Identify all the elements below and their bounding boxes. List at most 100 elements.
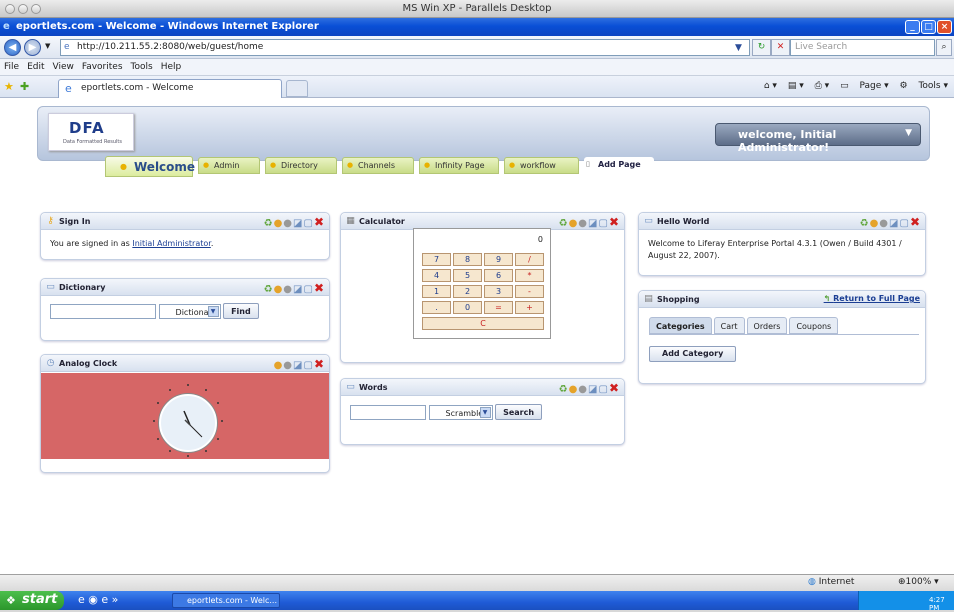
taskbar-item-ie[interactable]: eportlets.com - Welc... — [172, 593, 280, 608]
tools-menu[interactable]: ⚙ Tools ▾ — [900, 81, 949, 91]
menu-view[interactable]: View — [53, 62, 74, 72]
portlet-controls[interactable]: ♻●●◪▢✖ — [860, 215, 921, 229]
key-divide[interactable]: / — [515, 253, 544, 266]
key-9[interactable]: 9 — [484, 253, 513, 266]
address-bar[interactable]: e http://10.211.55.2:8080/web/guest/home — [60, 39, 750, 56]
key-1[interactable]: 1 — [422, 285, 451, 298]
tab-orders[interactable]: Orders — [746, 317, 788, 334]
menu-tools[interactable]: Tools — [131, 62, 153, 72]
calculator: 0 7 8 9 / 4 5 6 * 1 2 3 - . 0 = + C — [413, 228, 551, 339]
favorites-star-icon[interactable]: ★ — [4, 80, 14, 93]
address-row: ◀ ▶ ▼ e http://10.211.55.2:8080/web/guest… — [0, 36, 954, 59]
key-5[interactable]: 5 — [453, 269, 482, 282]
clock-icon: ◷ — [46, 358, 55, 368]
history-dropdown-icon[interactable]: ▼ — [45, 42, 50, 50]
portlet-controls[interactable]: ♻●●◪▢✖ — [264, 215, 325, 229]
tab-admin[interactable]: ● Admin — [198, 157, 260, 174]
feeds-icon[interactable]: ▤ ▾ — [788, 81, 804, 91]
tab-welcome[interactable]: ● Welcome — [105, 156, 195, 177]
bullet-icon: ● — [270, 161, 277, 169]
home-icon[interactable]: ⌂ ▾ — [764, 81, 777, 91]
page-menu-label: Page — [859, 81, 882, 91]
key-7[interactable]: 7 — [422, 253, 451, 266]
portlet-controls[interactable]: ♻●●◪▢✖ — [559, 381, 620, 395]
tab-cart[interactable]: Cart — [713, 317, 745, 334]
zoom-level[interactable]: ⊕100% ▾ — [898, 577, 939, 587]
return-full-page-link[interactable]: ↰ Return to Full Page — [824, 294, 920, 303]
key-equals[interactable]: = — [484, 301, 513, 314]
key-0[interactable]: 0 — [453, 301, 482, 314]
menu-favorites[interactable]: Favorites — [82, 62, 123, 72]
menu-file[interactable]: File — [4, 62, 19, 72]
menu-edit[interactable]: Edit — [27, 62, 44, 72]
key-clear[interactable]: C — [422, 317, 544, 330]
minimize-icon[interactable]: _ — [905, 20, 920, 34]
close-icon[interactable]: × — [937, 20, 952, 34]
welcome-dock-button[interactable]: welcome, Initial Administrator! ▼ — [715, 123, 921, 154]
add-category-button[interactable]: Add Category — [649, 346, 737, 362]
tab-categories[interactable]: Categories — [649, 317, 712, 334]
key-multiply[interactable]: * — [515, 269, 544, 282]
key-decimal[interactable]: . — [422, 301, 451, 314]
portlet-controls[interactable]: ♻●●◪▢✖ — [559, 215, 620, 229]
ie-title: eportlets.com - Welcome - Windows Intern… — [16, 21, 319, 32]
tab-row: ★ ✚ e eportlets.com - Welcome ⌂ ▾ ▤ ▾ ⎙ ▾… — [0, 76, 954, 98]
key-3[interactable]: 3 — [484, 285, 513, 298]
search-input[interactable]: Live Search — [790, 39, 935, 56]
key-6[interactable]: 6 — [484, 269, 513, 282]
quick-launch[interactable]: e ◉ e » — [78, 593, 118, 606]
company-logo[interactable]: DFA Data Formatted Results — [48, 113, 134, 151]
key-4[interactable]: 4 — [422, 269, 451, 282]
portlet-controls[interactable]: ♻●●◪▢✖ — [264, 281, 325, 295]
tab-directory[interactable]: ● Directory — [265, 157, 337, 174]
tab-coupons[interactable]: Coupons — [789, 317, 839, 334]
portlet-header: ▭ Hello World ♻●●◪▢✖ — [639, 213, 925, 230]
clock-tick-marks — [153, 384, 223, 457]
bullet-icon: ● — [424, 161, 431, 169]
dictionary-input[interactable] — [50, 303, 156, 319]
key-2[interactable]: 2 — [453, 285, 482, 298]
window-icon: ▭ — [644, 216, 653, 226]
tab-workflow[interactable]: ● workflow — [504, 157, 579, 174]
back-icon[interactable]: ◀ — [4, 39, 21, 56]
add-favorites-icon[interactable]: ✚ — [20, 80, 29, 93]
tab-label: Infinity Page — [435, 161, 485, 170]
key-minus[interactable]: - — [515, 285, 544, 298]
user-link[interactable]: Initial Administrator — [132, 239, 210, 248]
address-dropdown-icon[interactable]: ▼ — [730, 41, 747, 58]
shopping-tabs: Categories Cart Orders Coupons — [649, 317, 919, 335]
refresh-icon[interactable]: ↻ — [752, 39, 771, 56]
key-plus[interactable]: + — [515, 301, 544, 314]
words-select[interactable]: Scramble ▼ — [428, 404, 493, 420]
portlet-controls[interactable]: ●●◪▢✖ — [274, 357, 325, 371]
find-button[interactable]: Find — [223, 303, 259, 319]
tab-infinity-page[interactable]: ● Infinity Page — [419, 157, 499, 174]
hello-world-text: Welcome to Liferay Enterprise Portal 4.3… — [648, 239, 902, 260]
dictionary-select[interactable]: Dictionary ▼ — [158, 303, 221, 319]
search-button[interactable]: Search — [495, 404, 543, 420]
portlet-header: ⚷ Sign In ♻●●◪▢✖ — [41, 213, 329, 230]
tools-menu-label: Tools — [918, 81, 941, 91]
signed-in-text: You are signed in as — [50, 239, 133, 248]
print-icon[interactable]: ⎙ ▾ — [815, 81, 830, 91]
ie-logo-icon: e — [3, 21, 10, 32]
browser-tab[interactable]: e eportlets.com - Welcome — [58, 79, 282, 98]
status-bar: ◍ Internet ⊕100% ▾ — [0, 574, 954, 591]
menu-help[interactable]: Help — [161, 62, 182, 72]
key-8[interactable]: 8 — [453, 253, 482, 266]
forward-icon[interactable]: ▶ — [24, 39, 41, 56]
address-text: http://10.211.55.2:8080/web/guest/home — [77, 42, 264, 52]
new-tab-button[interactable] — [286, 80, 308, 97]
page-menu[interactable]: ▭ Page ▾ — [840, 81, 889, 91]
page-content: DFA Data Formatted Results welcome, Initi… — [0, 98, 954, 574]
window-icon: ▭ — [346, 382, 355, 392]
add-page-button[interactable]: ▯ Add Page — [584, 157, 654, 174]
words-input[interactable] — [350, 404, 426, 420]
portlet-hello-world: ▭ Hello World ♻●●◪▢✖ Welcome to Liferay En… — [638, 212, 926, 276]
maximize-icon[interactable]: □ — [921, 20, 936, 34]
stop-icon[interactable]: ✕ — [771, 39, 790, 56]
search-icon[interactable]: ⌕ — [936, 39, 952, 56]
tab-channels[interactable]: ● Channels — [342, 157, 414, 174]
start-button[interactable]: ❖ start — [0, 591, 64, 610]
ie-window: e eportlets.com - Welcome - Windows Inte… — [0, 18, 954, 591]
